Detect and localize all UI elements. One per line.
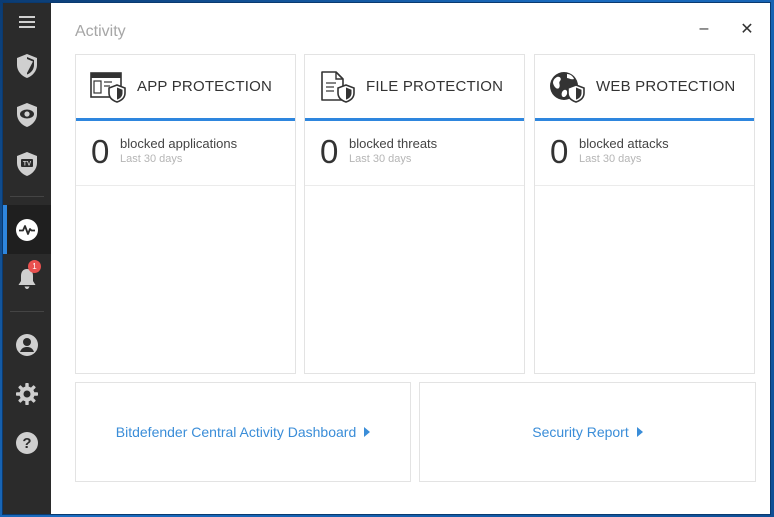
card-title: APP PROTECTION <box>137 78 273 95</box>
stat-period: Last 30 days <box>349 153 412 165</box>
card-header: APP PROTECTION <box>76 55 295 121</box>
minimize-button[interactable]: – <box>692 17 716 41</box>
security-report-link[interactable]: Security Report <box>419 382 756 482</box>
card-stat: 0 blocked threats Last 30 days <box>305 121 524 186</box>
app-window: TV 1 ? Activity – ✕ APP PROTECTION 0 blo… <box>3 3 770 514</box>
file-protection-card: FILE PROTECTION 0 blocked threats Last 3… <box>304 54 525 374</box>
file-shield-icon <box>321 70 355 103</box>
sidebar: TV 1 ? <box>3 3 51 514</box>
globe-shield-icon <box>550 71 585 103</box>
sidebar-divider <box>10 311 44 312</box>
close-button[interactable]: ✕ <box>735 17 759 41</box>
card-header: WEB PROTECTION <box>535 55 754 121</box>
stat-period: Last 30 days <box>579 153 642 165</box>
sidebar-item-utilities[interactable]: TV <box>3 139 51 188</box>
central-dashboard-link-label: Bitdefender Central Activity Dashboard <box>115 424 357 440</box>
stat-value: 0 <box>320 133 339 170</box>
tv-shield-icon: TV <box>17 151 37 176</box>
card-stat: 0 blocked applications Last 30 days <box>76 121 295 186</box>
shield-icon <box>17 53 37 78</box>
sidebar-item-account[interactable] <box>3 320 51 369</box>
eye-shield-icon <box>17 102 37 127</box>
stat-value: 0 <box>91 133 110 170</box>
sidebar-item-notifications[interactable]: 1 <box>3 254 51 303</box>
central-dashboard-link[interactable]: Bitdefender Central Activity Dashboard <box>75 382 411 482</box>
sidebar-item-protection[interactable] <box>3 41 51 90</box>
app-shield-icon <box>90 71 126 103</box>
security-report-link-label: Security Report <box>532 424 629 440</box>
arrow-right-icon <box>364 427 371 437</box>
card-title: FILE PROTECTION <box>366 78 504 95</box>
main-content: Activity – ✕ APP PROTECTION 0 blocked ap… <box>51 3 770 514</box>
question-icon: ? <box>16 431 38 454</box>
page-title: Activity <box>75 23 126 40</box>
arrow-right-icon <box>636 427 643 437</box>
svg-text:?: ? <box>22 435 31 452</box>
sidebar-menu-button[interactable] <box>3 3 51 41</box>
sidebar-item-activity[interactable] <box>3 205 51 254</box>
sidebar-divider <box>10 196 44 197</box>
stat-value: 0 <box>550 133 569 170</box>
stat-period: Last 30 days <box>120 153 183 165</box>
app-protection-card: APP PROTECTION 0 blocked applications La… <box>75 54 296 374</box>
stat-label: blocked applications <box>120 136 238 151</box>
sidebar-item-help[interactable]: ? <box>3 418 51 467</box>
stat-label: blocked attacks <box>579 136 669 151</box>
svg-text:TV: TV <box>23 160 32 167</box>
user-icon <box>16 333 38 356</box>
gear-icon <box>16 382 38 405</box>
stat-label: blocked threats <box>349 136 438 151</box>
sidebar-item-settings[interactable] <box>3 369 51 418</box>
card-title: WEB PROTECTION <box>596 78 736 95</box>
hamburger-menu-icon <box>19 16 35 28</box>
sidebar-item-privacy[interactable] <box>3 90 51 139</box>
activity-pulse-icon <box>16 218 38 241</box>
web-protection-card: WEB PROTECTION 0 blocked attacks Last 30… <box>534 54 755 374</box>
notification-badge: 1 <box>28 260 41 273</box>
card-stat: 0 blocked attacks Last 30 days <box>535 121 754 186</box>
card-header: FILE PROTECTION <box>305 55 524 121</box>
